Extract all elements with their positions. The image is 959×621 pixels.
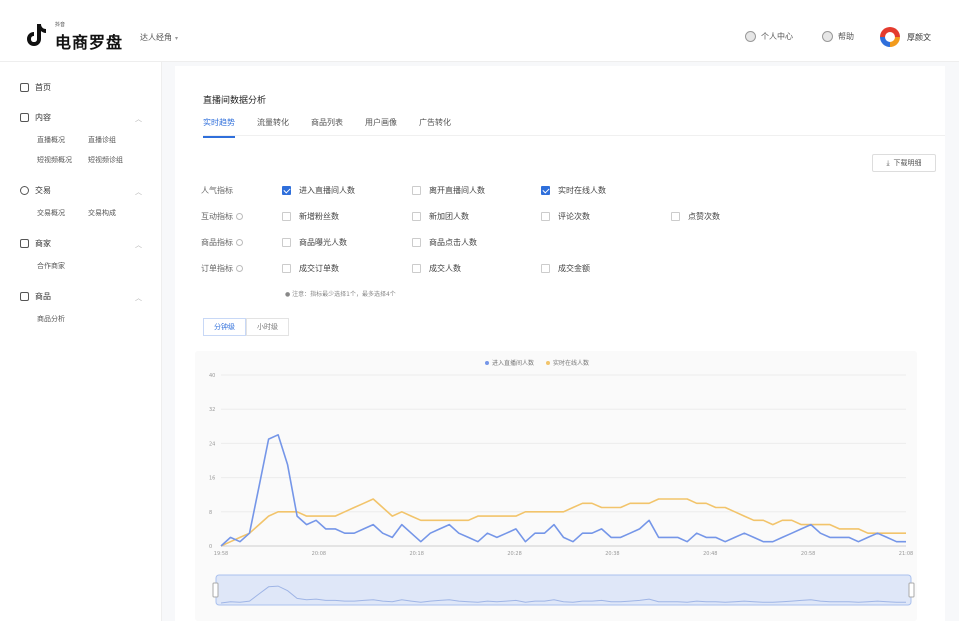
checkbox-buyers[interactable]: 成交人数 xyxy=(412,263,461,274)
x-tick-label: 20:28 xyxy=(507,551,521,557)
metric-label-order: 订单指标 xyxy=(201,263,243,274)
x-tick-label: 21:08 xyxy=(899,551,913,557)
granularity-minute[interactable]: 分钟级 xyxy=(203,318,246,336)
top-bar: 抖音 电商罗盘 达人经角 ▾ 个人中心 帮助 厚颜文 xyxy=(0,0,959,62)
y-tick-label: 0 xyxy=(209,544,212,550)
checkbox-product-click[interactable]: 商品点击人数 xyxy=(412,237,477,248)
checkbox-checked-icon xyxy=(282,186,291,195)
avatar[interactable] xyxy=(880,27,900,47)
chart-plot: 0 8 16 24 32 40 19:58 20:08 20:18 20:28 20:38 20:48… xyxy=(209,373,915,606)
checkbox-icon xyxy=(412,238,421,247)
sidebar-sub-live-overview[interactable]: 直播概况 xyxy=(37,135,65,145)
role-switcher[interactable]: 达人经角 ▾ xyxy=(140,32,178,43)
personal-center-link[interactable]: 个人中心 xyxy=(745,31,793,42)
range-handle-right[interactable] xyxy=(908,582,915,598)
sidebar-sub-goods-analysis[interactable]: 商品分析 xyxy=(37,314,65,324)
metric-label-product: 商品指标 xyxy=(201,237,243,248)
checkbox-icon xyxy=(282,212,291,221)
checkbox-new-fans[interactable]: 新增粉丝数 xyxy=(282,211,339,222)
checkbox-icon xyxy=(541,264,550,273)
help-link[interactable]: 帮助 xyxy=(822,31,854,42)
info-icon[interactable] xyxy=(236,239,243,246)
chevron-up-icon[interactable]: ︿ xyxy=(135,293,142,303)
help-circle-icon xyxy=(822,31,833,42)
checkbox-new-group[interactable]: 新加团人数 xyxy=(412,211,469,222)
checkbox-enter-count[interactable]: 进入直播间人数 xyxy=(282,185,355,196)
main-panel: 直播间数据分析 实时趋势 流量转化 商品列表 用户画像 广告转化 ⤓ 下载明细 … xyxy=(175,66,945,621)
sidebar-item-content[interactable]: 内容 xyxy=(20,112,51,123)
sidebar-sub-live-review[interactable]: 直播诊组 xyxy=(88,135,116,145)
checkbox-product-exposure[interactable]: 商品曝光人数 xyxy=(282,237,347,248)
checkbox-checked-icon xyxy=(541,186,550,195)
sidebar-sub-trade-overview[interactable]: 交易概况 xyxy=(37,208,65,218)
x-tick-label: 20:18 xyxy=(410,551,424,557)
y-tick-label: 40 xyxy=(209,373,215,379)
trend-chart: 进入直播间人数 实时在线人数 0 8 16 24 32 40 19:58 20:08 20:18… xyxy=(195,351,917,621)
sidebar-item-goods[interactable]: 商品 xyxy=(20,291,51,302)
trade-icon xyxy=(20,186,29,195)
douyin-logo-icon[interactable] xyxy=(26,22,48,48)
info-icon[interactable] xyxy=(236,213,243,220)
sidebar-sub-video-overview[interactable]: 短视频概况 xyxy=(37,155,72,165)
download-button[interactable]: ⤓ 下载明细 xyxy=(872,154,936,172)
sidebar-sub-video-review[interactable]: 短视频诊组 xyxy=(88,155,123,165)
sidebar-item-home[interactable]: 首页 xyxy=(20,82,51,93)
username[interactable]: 厚颜文 xyxy=(907,32,931,43)
sidebar-item-trade[interactable]: 交易 xyxy=(20,185,51,196)
checkbox-online-count[interactable]: 实时在线人数 xyxy=(541,185,606,196)
shop-icon xyxy=(20,239,29,248)
home-icon xyxy=(20,83,29,92)
y-tick-label: 8 xyxy=(209,510,212,516)
checkbox-comments[interactable]: 评论次数 xyxy=(541,211,590,222)
document-icon xyxy=(20,113,29,122)
x-tick-label: 20:58 xyxy=(801,551,815,557)
checkbox-icon xyxy=(541,212,550,221)
user-circle-icon xyxy=(745,31,756,42)
chevron-down-icon: ▾ xyxy=(175,35,179,42)
y-tick-label: 16 xyxy=(209,476,215,482)
checkbox-icon xyxy=(671,212,680,221)
checkbox-icon xyxy=(282,238,291,247)
series-line-enter xyxy=(220,434,906,547)
chevron-up-icon[interactable]: ︿ xyxy=(135,114,142,124)
download-icon: ⤓ xyxy=(886,158,890,167)
chevron-up-icon[interactable]: ︿ xyxy=(135,240,142,250)
page-title: 直播间数据分析 xyxy=(203,96,267,106)
granularity-hour[interactable]: 小时级 xyxy=(246,318,289,336)
x-tick-label: 19:58 xyxy=(214,551,228,557)
checkbox-icon xyxy=(412,186,421,195)
x-tick-label: 20:48 xyxy=(703,551,717,557)
checkbox-icon xyxy=(412,264,421,273)
goods-icon xyxy=(20,292,29,301)
metric-label-interaction: 互动指标 xyxy=(201,211,243,222)
selection-note: ● 注意：指标最少选择1个，最多选择4个 xyxy=(285,291,396,298)
checkbox-gmv[interactable]: 成交金额 xyxy=(541,263,590,274)
logo-title: 电商罗盘 xyxy=(55,33,124,52)
tabs-divider xyxy=(203,135,945,136)
info-icon[interactable] xyxy=(236,265,243,272)
sidebar-sub-partner-shops[interactable]: 合作商家 xyxy=(37,261,65,271)
granularity-toggle: 分钟级 小时级 xyxy=(203,318,289,336)
sidebar-sub-trade-structure[interactable]: 交易构成 xyxy=(88,208,116,218)
sidebar: 首页 内容 ︿ 直播概况 直播诊组 短视频概况 短视频诊组 交易 ︿ 交易概况 … xyxy=(0,62,162,621)
checkbox-icon xyxy=(412,212,421,221)
x-tick-label: 20:38 xyxy=(605,551,619,557)
chevron-up-icon[interactable]: ︿ xyxy=(135,187,142,197)
metric-label-popularity: 人气指标 xyxy=(201,186,233,195)
sidebar-item-shop[interactable]: 商家 xyxy=(20,238,51,249)
y-tick-label: 32 xyxy=(209,407,215,413)
checkbox-orders[interactable]: 成交订单数 xyxy=(282,263,339,274)
y-tick-label: 24 xyxy=(209,441,215,447)
logo-subtitle: 抖音 xyxy=(55,22,66,28)
series-line-online xyxy=(220,498,906,547)
checkbox-leave-count[interactable]: 离开直播间人数 xyxy=(412,185,485,196)
range-handle-left[interactable] xyxy=(212,582,219,598)
x-tick-label: 20:08 xyxy=(312,551,326,557)
checkbox-likes[interactable]: 点赞次数 xyxy=(671,211,720,222)
checkbox-icon xyxy=(282,264,291,273)
